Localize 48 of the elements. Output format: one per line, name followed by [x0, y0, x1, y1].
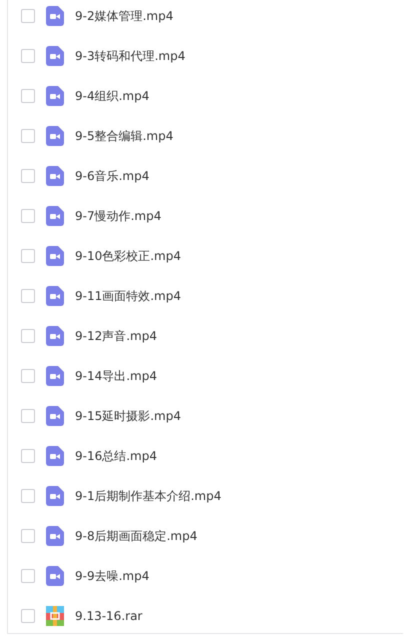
file-name[interactable]: 9-9去噪.mp4 — [75, 568, 150, 584]
checkbox[interactable] — [21, 569, 35, 583]
video-file-icon — [46, 446, 64, 466]
archive-file-icon — [46, 606, 64, 626]
checkbox[interactable] — [21, 9, 35, 23]
video-file-icon — [46, 246, 64, 266]
video-file-icon — [46, 6, 64, 26]
checkbox[interactable] — [21, 49, 35, 63]
checkbox[interactable] — [21, 449, 35, 463]
checkbox[interactable] — [21, 209, 35, 223]
video-file-icon — [46, 366, 64, 386]
file-name[interactable]: 9-16总结.mp4 — [75, 448, 157, 464]
checkbox[interactable] — [21, 409, 35, 423]
file-name[interactable]: 9-4组织.mp4 — [75, 88, 150, 104]
file-name[interactable]: 9-6音乐.mp4 — [75, 168, 150, 184]
video-file-icon — [46, 206, 64, 226]
video-file-icon — [46, 46, 64, 66]
file-name[interactable]: 9-15延时摄影.mp4 — [75, 408, 181, 424]
checkbox[interactable] — [21, 529, 35, 543]
checkbox[interactable] — [21, 249, 35, 263]
file-name[interactable]: 9-1后期制作基本介绍.mp4 — [75, 488, 222, 504]
checkbox[interactable] — [21, 169, 35, 183]
checkbox[interactable] — [21, 489, 35, 503]
checkbox[interactable] — [21, 89, 35, 103]
file-name[interactable]: 9-11画面特效.mp4 — [75, 288, 181, 304]
video-file-icon — [46, 526, 64, 546]
file-name[interactable]: 9-10色彩校正.mp4 — [75, 248, 181, 264]
video-file-icon — [46, 566, 64, 586]
checkbox[interactable] — [21, 609, 35, 623]
video-file-icon — [46, 406, 64, 426]
checkbox[interactable] — [21, 289, 35, 303]
file-name[interactable]: 9-3转码和代理.mp4 — [75, 48, 186, 64]
file-name[interactable]: 9-14导出.mp4 — [75, 368, 157, 384]
checkbox[interactable] — [21, 329, 35, 343]
file-name[interactable]: 9-7慢动作.mp4 — [75, 208, 162, 224]
video-file-icon — [46, 166, 64, 186]
video-file-icon — [46, 126, 64, 146]
file-name[interactable]: 9-5整合编辑.mp4 — [75, 128, 174, 144]
checkbox[interactable] — [21, 369, 35, 383]
checkbox[interactable] — [21, 129, 35, 143]
file-name[interactable]: 9-8后期画面稳定.mp4 — [75, 528, 198, 544]
video-file-icon — [46, 486, 64, 506]
video-file-icon — [46, 286, 64, 306]
video-file-icon — [46, 326, 64, 346]
file-name[interactable]: 9-12声音.mp4 — [75, 328, 157, 344]
file-name[interactable]: 9-2媒体管理.mp4 — [75, 8, 174, 24]
file-name[interactable]: 9.13-16.rar — [75, 609, 142, 623]
video-file-icon — [46, 86, 64, 106]
